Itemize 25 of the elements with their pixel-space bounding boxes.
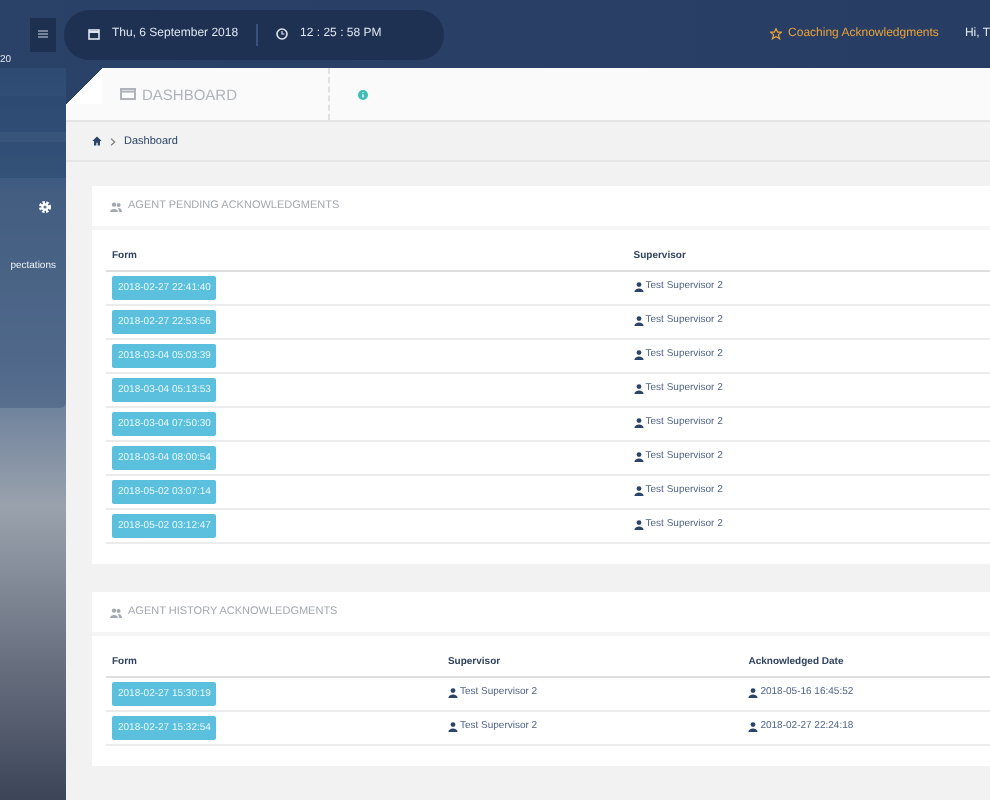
user-icon <box>633 383 644 394</box>
user-icon <box>447 721 458 732</box>
user-icon <box>447 687 458 698</box>
home-icon[interactable] <box>92 136 102 146</box>
user-icon <box>748 687 759 698</box>
user-icon <box>633 451 644 462</box>
window-icon <box>120 88 136 100</box>
user-icon <box>633 315 644 326</box>
clock-icon <box>276 28 289 40</box>
user-icon <box>633 417 644 428</box>
menu-icon <box>38 30 48 38</box>
star-icon <box>770 28 783 40</box>
users-icon <box>110 201 122 211</box>
settings-icon <box>38 200 52 214</box>
users-icon <box>110 607 122 617</box>
info-icon[interactable] <box>358 89 368 99</box>
page-corner-fold <box>66 68 102 104</box>
menu-button[interactable] <box>30 17 56 51</box>
user-icon <box>633 485 644 496</box>
user-icon <box>633 519 644 530</box>
user-icon <box>633 349 644 360</box>
user-icon <box>633 281 644 292</box>
calendar-icon <box>88 28 100 40</box>
user-icon <box>748 721 759 732</box>
chevron-icon <box>110 137 116 145</box>
